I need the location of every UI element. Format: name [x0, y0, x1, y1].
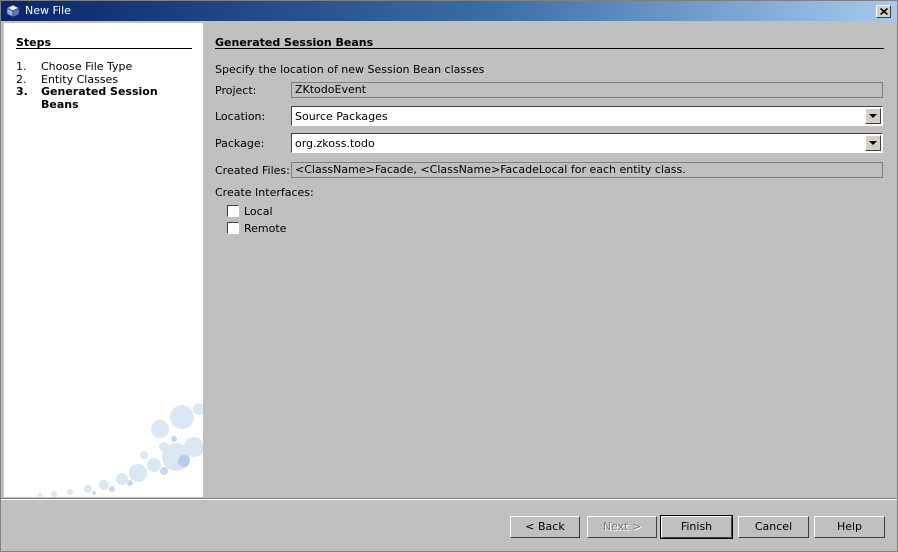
steps-panel: Steps 1. Choose File Type 2. Entity Clas… [4, 23, 203, 497]
close-button[interactable] [876, 5, 891, 18]
section-description: Specify the location of new Session Bean… [215, 63, 485, 76]
package-label: Package: [215, 137, 265, 150]
new-file-dialog: New File Steps 1. Choose File Type 2. En… [0, 0, 898, 552]
step-label: Choose File Type [41, 60, 133, 73]
step-list: 1. Choose File Type 2. Entity Classes 3.… [16, 60, 196, 112]
create-interfaces-label: Create Interfaces: [215, 186, 314, 199]
steps-divider [16, 48, 192, 49]
decorative-bubbles-image [38, 403, 203, 497]
location-dropdown-button[interactable] [865, 108, 881, 124]
cancel-button[interactable]: Cancel [738, 516, 809, 538]
package-combo[interactable]: org.zkoss.todo [291, 133, 883, 153]
help-button[interactable]: Help [814, 516, 885, 538]
local-checkbox-label[interactable]: Local [244, 205, 273, 218]
package-value: org.zkoss.todo [295, 137, 375, 150]
created-files-field: <ClassName>Facade, <ClassName>FacadeLoca… [291, 162, 883, 178]
finish-button[interactable]: Finish [660, 515, 733, 539]
step-item: 1. Choose File Type [16, 60, 196, 74]
location-label: Location: [215, 110, 266, 123]
project-field: ZKtodoEvent [291, 82, 883, 98]
project-label: Project: [215, 84, 257, 97]
next-button[interactable]: Next > [587, 516, 657, 538]
location-value: Source Packages [295, 110, 388, 123]
chevron-down-icon [869, 141, 877, 145]
local-checkbox[interactable] [227, 205, 239, 217]
package-dropdown-button[interactable] [865, 135, 881, 151]
remote-checkbox-label[interactable]: Remote [244, 222, 286, 235]
back-button[interactable]: < Back [510, 516, 580, 538]
location-combo[interactable]: Source Packages [291, 106, 883, 126]
remote-checkbox[interactable] [227, 222, 239, 234]
button-bar-divider [1, 498, 897, 500]
window-title: New File [25, 4, 71, 17]
new-file-icon [6, 4, 20, 18]
section-divider [215, 48, 884, 49]
content-panel: Generated Session Beans Specify the loca… [203, 23, 897, 497]
chevron-down-icon [869, 114, 877, 118]
close-icon [880, 8, 888, 15]
step-label: Generated Session Beans [41, 85, 158, 111]
step-item-current: 3. Generated Session Beans [16, 85, 196, 112]
title-bar[interactable]: New File [1, 1, 897, 21]
step-number: 3. [16, 85, 28, 98]
created-files-label: Created Files: [215, 164, 290, 177]
step-number: 1. [16, 60, 27, 73]
